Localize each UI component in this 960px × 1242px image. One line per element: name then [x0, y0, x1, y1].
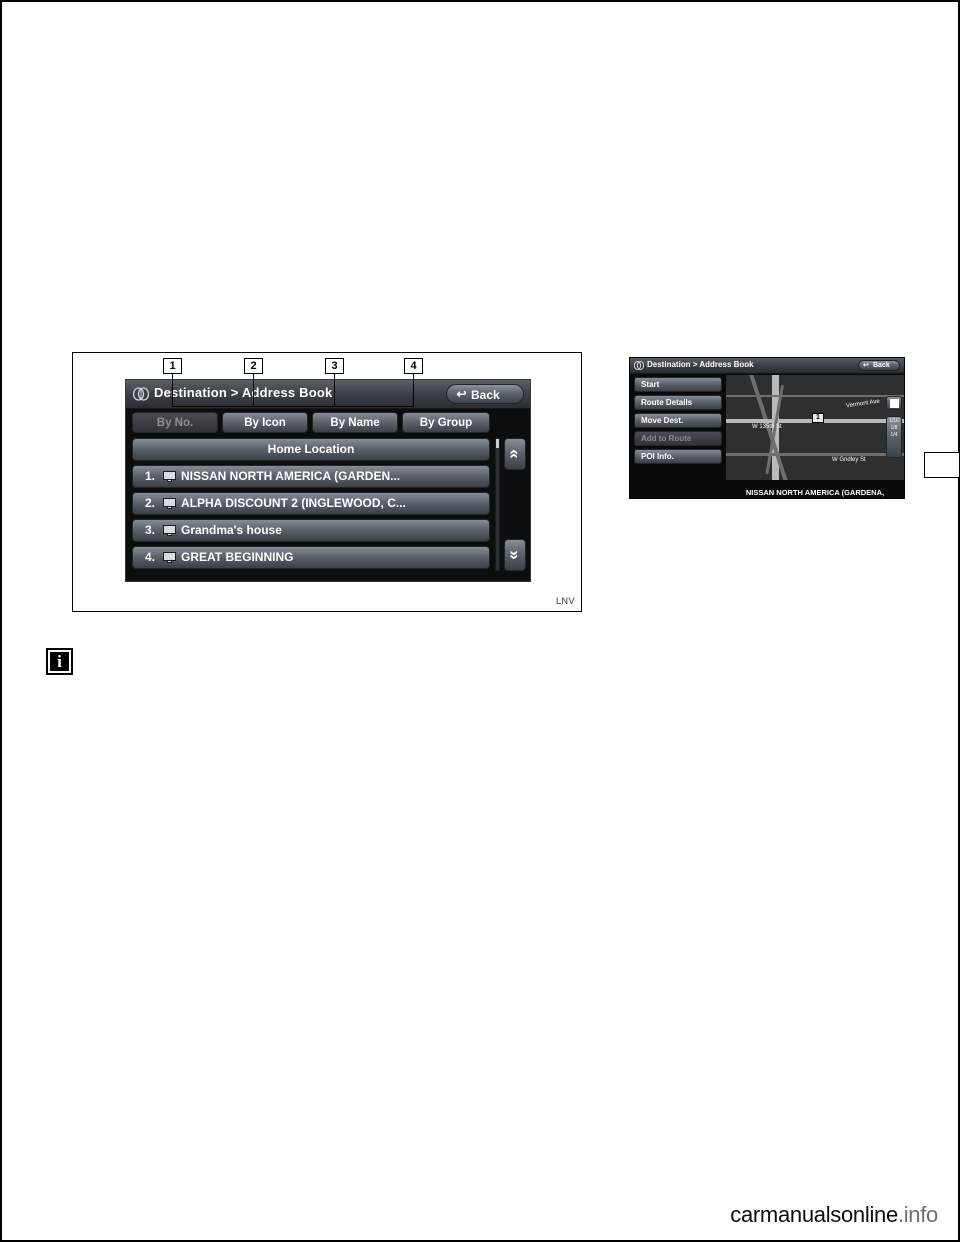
map-back-button[interactable]: ↩ Back [858, 360, 900, 371]
move-dest-button-label: Move Dest. [641, 416, 684, 425]
callout-1-label: 1 [169, 360, 176, 372]
tab-by-group[interactable]: By Group [402, 412, 490, 433]
info-icon-glyph: i [50, 652, 69, 671]
footer-watermark: carmanualsonline.info [730, 1202, 938, 1228]
callout-4-leader [413, 374, 414, 406]
add-to-route-button[interactable]: Add to Route [634, 431, 722, 446]
street-label-135th-text: W 135th St [752, 424, 782, 430]
save-icon [890, 399, 899, 408]
move-dest-button[interactable]: Move Dest. [634, 413, 722, 428]
address-list: Home Location 1. NISSAN NORTH AMERICA (G… [132, 438, 490, 573]
add-to-route-button-label: Add to Route [641, 434, 692, 443]
page-left-rule [0, 0, 2, 1242]
page-top-rule [0, 0, 960, 2]
map-back-arrow-icon: ↩ [863, 362, 869, 369]
table-row[interactable]: 2. ALPHA DISCOUNT 2 (INGLEWOOD, C... [132, 492, 490, 515]
address-book-figure: Destination > Address Book ↩ Back By No.… [72, 352, 582, 612]
street-label-gridley: W Gridley St [832, 457, 866, 463]
map-header: Destination > Address Book ↩ Back [630, 358, 904, 374]
map-caption: NISSAN NORTH AMERICA (GARDENA, [745, 488, 885, 497]
street-label-gridley-text: W Gridley St [832, 457, 866, 463]
street-label-vermont: Vermont Ave [846, 399, 880, 410]
callout-2-leader [253, 374, 254, 406]
destination-marker-label: 1 [816, 414, 820, 421]
list-item-label: NISSAN NORTH AMERICA (GARDEN... [181, 469, 401, 483]
callout-3-label: 3 [331, 360, 338, 372]
list-item-number: 2. [145, 496, 156, 510]
zoom-label-2: 1/8 [890, 425, 898, 431]
tab-by-name[interactable]: By Name [312, 412, 398, 433]
monitor-icon [163, 498, 176, 509]
callout-leader-rule [172, 406, 414, 407]
nav-header: Destination > Address Book ↩ Back [126, 380, 530, 409]
map-road-horizontal-3 [726, 395, 904, 397]
nav-title: Destination > Address Book [154, 385, 333, 400]
map-road-horizontal-2 [726, 453, 904, 456]
map-result-figure: Destination > Address Book ↩ Back Start … [629, 357, 905, 499]
callout-3: 3 [325, 358, 344, 374]
poi-info-button-label: POI Info. [641, 452, 674, 461]
compass-icon [634, 361, 644, 370]
scroll-down-button[interactable]: » [504, 539, 526, 571]
callout-2-label: 2 [250, 360, 257, 372]
zoom-label-3: 1/4 [890, 432, 898, 438]
compass-icon [133, 387, 149, 401]
tab-by-group-label: By Group [419, 417, 473, 429]
destination-marker: 1 [812, 413, 824, 423]
start-button-label: Start [641, 380, 660, 389]
tab-by-icon-label: By Icon [244, 417, 286, 429]
table-row[interactable]: 3. Grandma's house [132, 519, 490, 542]
scroll-up-icon: « [506, 449, 525, 459]
figure-code: LNV [556, 596, 576, 606]
callout-1: 1 [163, 358, 182, 374]
back-button[interactable]: ↩ Back [446, 384, 524, 404]
nav-screen: Destination > Address Book ↩ Back By No.… [125, 379, 531, 582]
tab-by-no-label: By No. [156, 417, 194, 429]
map-menu: Start Route Details Move Dest. Add to Ro… [634, 377, 722, 467]
sort-tab-row: By No. By Icon By Name By Group [132, 412, 524, 433]
scroll-up-button[interactable]: « [504, 438, 526, 470]
save-button[interactable] [886, 396, 902, 410]
tab-by-no[interactable]: By No. [132, 412, 218, 433]
scroll-down-icon: » [506, 550, 525, 560]
monitor-icon [163, 471, 176, 482]
footer-watermark-suffix: .info [897, 1202, 938, 1227]
poi-info-button[interactable]: POI Info. [634, 449, 722, 464]
zoom-label-1: 1/16 [889, 418, 899, 424]
list-item-number: 1. [145, 469, 156, 483]
info-icon: i [46, 648, 73, 675]
list-item-label: ALPHA DISCOUNT 2 (INGLEWOOD, C... [181, 496, 406, 510]
tab-by-icon[interactable]: By Icon [222, 412, 308, 433]
list-item-home-location[interactable]: Home Location [132, 438, 490, 461]
route-details-button[interactable]: Route Details [634, 395, 722, 410]
zoom-scale-control[interactable]: 1/16 1/8 1/4 [886, 416, 902, 458]
back-arrow-icon: ↩ [456, 387, 467, 401]
street-label-vermont-text: Vermont Ave [845, 398, 881, 410]
table-row[interactable]: 1. NISSAN NORTH AMERICA (GARDEN... [132, 465, 490, 488]
callout-4-label: 4 [410, 360, 417, 372]
map-back-label: Back [873, 362, 890, 369]
list-item-label: Grandma's house [181, 523, 282, 537]
page-margin-tab [924, 452, 960, 478]
monitor-icon [163, 525, 176, 536]
list-item-label: GREAT BEGINNING [181, 550, 294, 564]
start-button[interactable]: Start [634, 377, 722, 392]
back-button-label: Back [471, 388, 500, 402]
street-label-135th: W 135th St [752, 424, 782, 430]
list-item-number: 4. [145, 550, 156, 564]
home-location-label: Home Location [267, 442, 355, 456]
map-canvas[interactable]: 1 Vermont Ave W 135th St W Gridley St [726, 375, 904, 480]
list-item-number: 3. [145, 523, 156, 537]
footer-watermark-main: carmanualsonline [730, 1202, 898, 1227]
route-details-button-label: Route Details [641, 398, 693, 407]
monitor-icon [163, 552, 176, 563]
tab-by-name-label: By Name [330, 417, 380, 429]
callout-1-leader [172, 374, 173, 406]
map-title: Destination > Address Book [647, 360, 754, 369]
table-row[interactable]: 4. GREAT BEGINNING [132, 546, 490, 569]
callout-3-leader [334, 374, 335, 406]
callout-4: 4 [404, 358, 423, 374]
callout-2: 2 [244, 358, 263, 374]
scrollbar-thumb[interactable] [496, 439, 499, 448]
